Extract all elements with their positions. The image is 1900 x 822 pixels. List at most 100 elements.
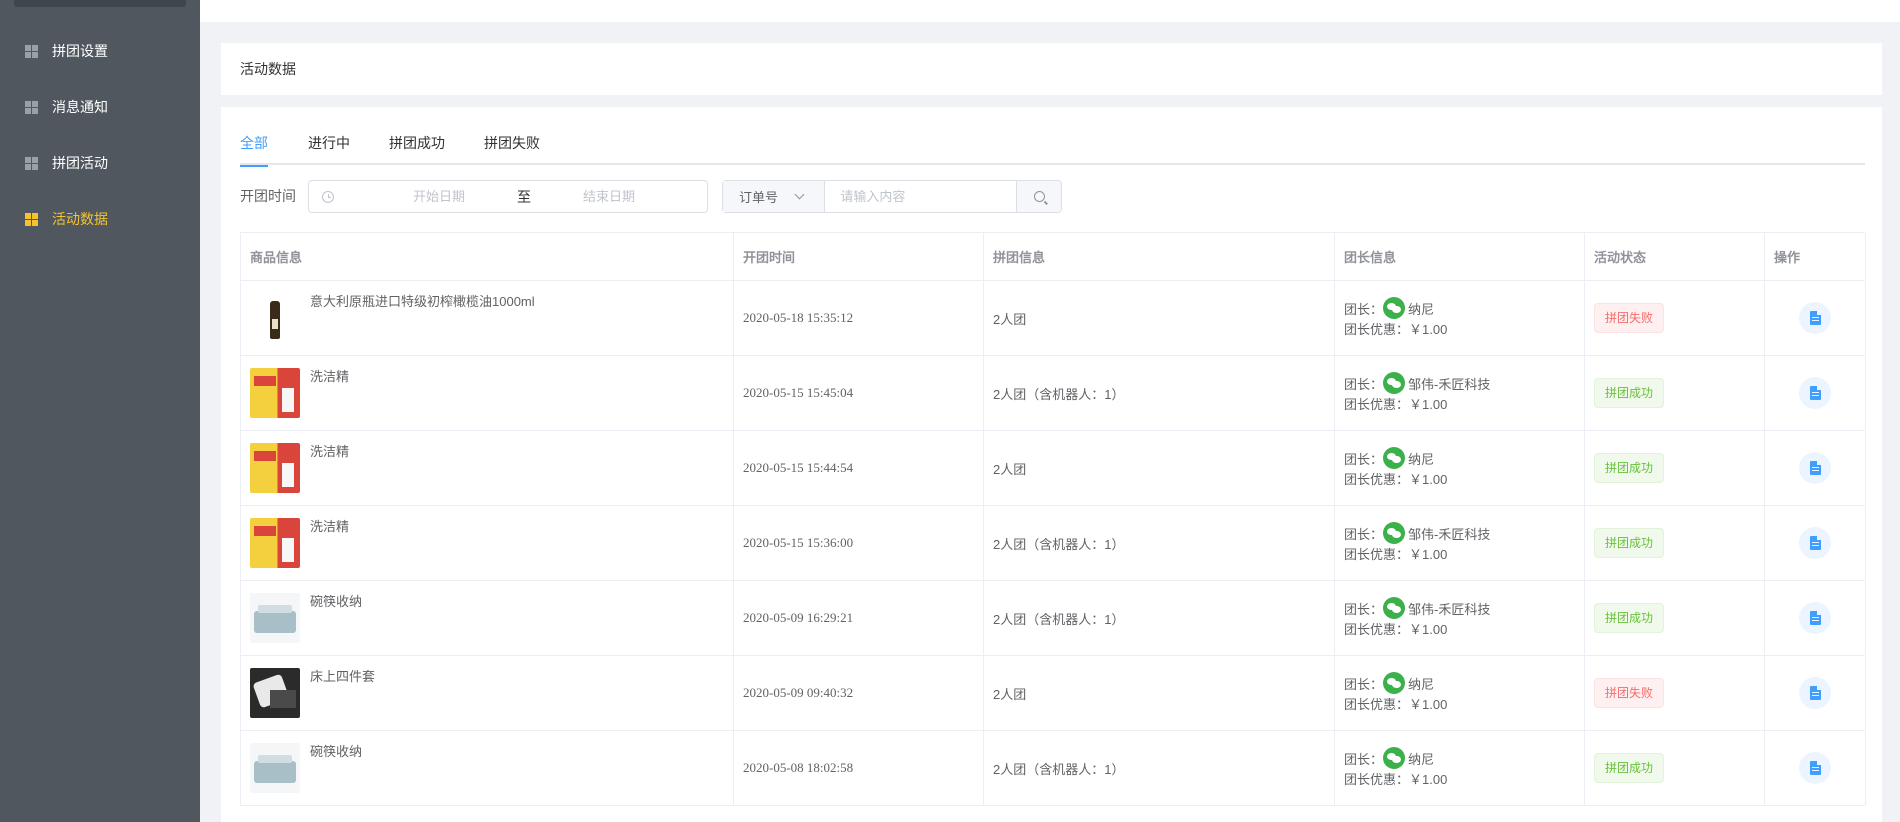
tab-group-failed[interactable]: 拼团失败	[484, 133, 540, 165]
view-detail-button[interactable]	[1799, 527, 1831, 559]
sidebar-item-notifications[interactable]: 消息通知	[0, 79, 200, 135]
status-badge: 拼团成功	[1594, 453, 1665, 483]
leader-line: 团长： 纳尼	[1344, 446, 1434, 470]
clock-icon	[322, 190, 334, 203]
status-badge: 拼团失败	[1594, 303, 1665, 333]
document-icon	[1809, 311, 1821, 325]
filter-label: 开团时间	[240, 188, 296, 204]
page-title: 活动数据	[240, 61, 296, 77]
tab-all[interactable]: 全部	[240, 133, 268, 167]
leader-name: 邹伟-禾匠科技	[1408, 601, 1491, 617]
tab-label: 全部	[240, 135, 268, 151]
open-time: 2020-05-18 15:35:12	[734, 281, 984, 355]
view-detail-button[interactable]	[1799, 602, 1831, 634]
wechat-icon	[1383, 297, 1406, 319]
tab-bar: 全部 进行中 拼团成功 拼团失败	[240, 133, 1865, 167]
product-name: 洗洁精	[310, 519, 350, 534]
leader-name: 纳尼	[1408, 301, 1435, 317]
status-cell: 拼团成功	[1585, 506, 1765, 580]
search-button[interactable]	[1016, 181, 1061, 212]
discount-prefix: 团长优惠：	[1344, 322, 1410, 337]
action-cell	[1765, 731, 1866, 805]
date-range-picker[interactable]: 至	[308, 180, 708, 213]
product-cell: 洗洁精	[241, 431, 734, 505]
status-cell: 拼团成功	[1585, 356, 1765, 430]
group-info: 2人团（含机器人：1）	[984, 581, 1335, 655]
tab-label: 拼团成功	[389, 135, 445, 151]
column-header: 活动状态	[1585, 233, 1765, 280]
discount-prefix: 团长优惠：	[1344, 697, 1410, 712]
action-cell	[1765, 581, 1866, 655]
product-cell: 意大利原瓶进口特级初榨橄榄油1000ml	[241, 281, 734, 355]
view-detail-button[interactable]	[1799, 677, 1831, 709]
discount-value: ￥1.00	[1409, 397, 1448, 412]
search-type-select[interactable]: 订单号	[723, 181, 826, 212]
grid-icon	[25, 100, 38, 114]
status-cell: 拼团失败	[1585, 281, 1765, 355]
discount-line: 团长优惠：￥1.00	[1344, 470, 1447, 490]
tab-in-progress[interactable]: 进行中	[308, 133, 350, 165]
date-separator: 至	[517, 188, 531, 205]
sidebar-item-group-settings[interactable]: 拼团设置	[0, 23, 200, 79]
start-date-input[interactable]	[364, 189, 514, 204]
grid-icon	[25, 212, 38, 226]
product-cell: 碗筷收纳	[241, 581, 734, 655]
table-row: 洗洁精 2020-05-15 15:45:04 2人团（含机器人：1） 团长： 邹伟-禾…	[241, 356, 1866, 431]
table-header-row: 商品信息 开团时间 拼团信息 团长信息 活动状态 操作	[241, 233, 1866, 281]
product-name: 洗洁精	[310, 369, 350, 384]
discount-value: ￥1.00	[1409, 547, 1448, 562]
leader-line: 团长： 纳尼	[1344, 671, 1434, 695]
tab-label: 进行中	[308, 135, 350, 151]
leader-line: 团长： 纳尼	[1344, 746, 1434, 770]
product-name: 碗筷收纳	[310, 744, 363, 759]
discount-line: 团长优惠：￥1.00	[1344, 545, 1447, 565]
sidebar-item-label: 拼团活动	[52, 155, 108, 171]
open-time: 2020-05-09 09:40:32	[734, 656, 984, 730]
view-detail-button[interactable]	[1799, 302, 1831, 334]
table-row: 意大利原瓶进口特级初榨橄榄油1000ml 2020-05-18 15:35:12 2…	[241, 281, 1866, 356]
main-panel: 全部 进行中 拼团成功 拼团失败 开团时间 至 订单号 商品信息 开团	[221, 107, 1882, 822]
view-detail-button[interactable]	[1799, 452, 1831, 484]
action-cell	[1765, 431, 1866, 505]
leader-name: 纳尼	[1408, 451, 1435, 467]
product-cell: 床上四件套	[241, 656, 734, 730]
leader-prefix: 团长：	[1344, 676, 1384, 692]
column-header: 操作	[1765, 233, 1866, 280]
column-header: 商品信息	[241, 233, 734, 280]
document-icon	[1809, 761, 1821, 775]
end-date-input[interactable]	[534, 189, 684, 204]
wechat-icon	[1383, 447, 1406, 469]
view-detail-button[interactable]	[1799, 377, 1831, 409]
sidebar-item-label: 拼团设置	[52, 43, 108, 59]
product-name: 洗洁精	[310, 444, 350, 459]
product-thumbnail	[250, 443, 300, 493]
leader-name: 邹伟-禾匠科技	[1408, 376, 1491, 392]
group-info: 2人团	[984, 281, 1335, 355]
table-row: 碗筷收纳 2020-05-09 16:29:21 2人团（含机器人：1） 团长： 邹伟-…	[241, 581, 1866, 656]
document-icon	[1809, 686, 1821, 700]
open-time: 2020-05-15 15:44:54	[734, 431, 984, 505]
discount-value: ￥1.00	[1409, 622, 1448, 637]
wechat-icon	[1383, 747, 1406, 769]
sidebar-item-group-activity[interactable]: 拼团活动	[0, 135, 200, 191]
leader-info-cell: 团长： 邹伟-禾匠科技 团长优惠：￥1.00	[1335, 506, 1585, 580]
sidebar-top-bar	[14, 0, 186, 7]
leader-info-cell: 团长： 邹伟-禾匠科技 团长优惠：￥1.00	[1335, 581, 1585, 655]
group-info: 2人团（含机器人：1）	[984, 731, 1335, 805]
table-row: 洗洁精 2020-05-15 15:36:00 2人团（含机器人：1） 团长： 邹伟-禾…	[241, 506, 1866, 581]
status-badge: 拼团成功	[1594, 528, 1665, 558]
product-thumbnail	[250, 668, 300, 718]
search-input[interactable]	[825, 181, 1017, 212]
status-badge: 拼团成功	[1594, 378, 1665, 408]
table-row: 洗洁精 2020-05-15 15:44:54 2人团 团长： 纳尼 团长优惠：￥1.00…	[241, 431, 1866, 506]
column-header: 开团时间	[734, 233, 984, 280]
tab-label: 拼团失败	[484, 135, 540, 151]
discount-line: 团长优惠：￥1.00	[1344, 620, 1447, 640]
tab-group-success[interactable]: 拼团成功	[389, 133, 445, 165]
discount-value: ￥1.00	[1409, 322, 1448, 337]
sidebar-item-activity-data[interactable]: 活动数据	[0, 191, 200, 247]
document-icon	[1809, 536, 1821, 550]
action-cell	[1765, 506, 1866, 580]
view-detail-button[interactable]	[1799, 752, 1831, 784]
column-header: 拼团信息	[984, 233, 1335, 280]
